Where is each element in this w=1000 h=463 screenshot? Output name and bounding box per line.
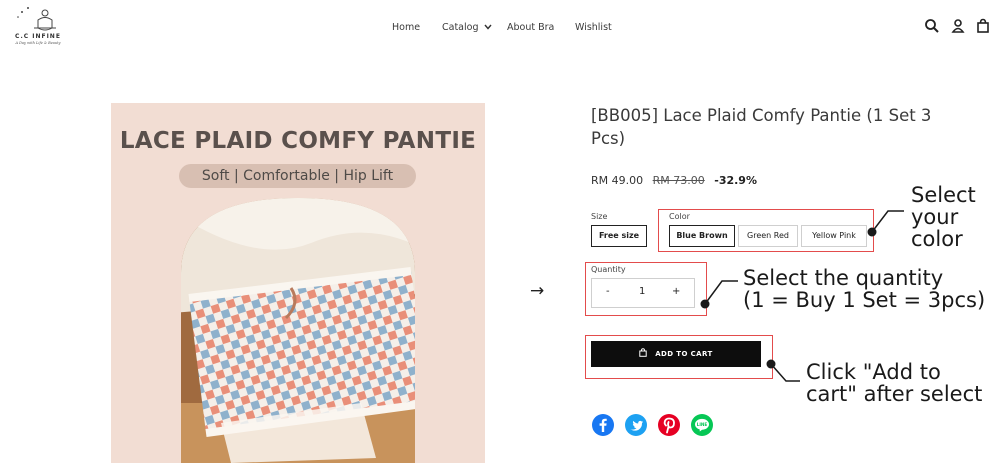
annotation-line: (1 = Buy 1 Set = 3pcs) [743,288,986,312]
line-share-icon[interactable]: LINE [691,414,713,436]
line-logo-text: LINE [697,422,708,427]
annotation-line: Select the quantity [743,266,944,290]
facebook-share-icon[interactable] [592,414,614,436]
annotation-line: your [911,205,959,229]
annotation-line: color [911,227,963,251]
annotation-select-quantity: Select the quantity (1 = Buy 1 Set = 3pc… [743,267,985,311]
annotation-line: Select [911,183,976,207]
annotation-line: Click "Add to [806,360,941,384]
annotation-click-cart: Click "Add to cart" after select [806,361,982,405]
annotation-line: cart" after select [806,382,983,406]
pinterest-share-icon[interactable] [658,414,680,436]
annotation-select-color: Select your color [911,184,976,250]
twitter-share-icon[interactable] [625,414,647,436]
